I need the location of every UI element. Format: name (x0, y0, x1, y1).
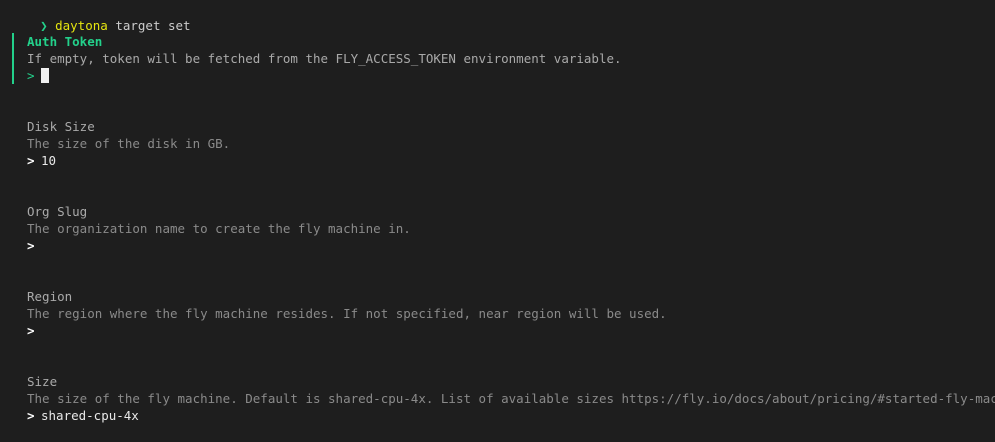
prompt-chevron-icon: ❯ (40, 18, 48, 33)
field-description: The region where the fly machine resides… (27, 306, 667, 321)
form-field-size[interactable]: Size The size of the fly machine. Defaul… (12, 373, 995, 424)
field-description: The size of the fly machine. Default is … (27, 391, 995, 406)
input-value: 10 (41, 153, 57, 168)
field-title: Region (27, 289, 73, 304)
org-slug-input[interactable]: > (27, 237, 995, 254)
auth-token-input[interactable]: > (27, 67, 995, 84)
field-description: If empty, token will be fetched from the… (27, 51, 622, 66)
field-title: Auth Token (27, 34, 103, 49)
field-title: Size (27, 374, 58, 389)
size-input[interactable]: > shared-cpu-4x (27, 407, 995, 424)
text-cursor (41, 68, 49, 83)
field-description: The organization name to create the fly … (27, 221, 411, 236)
disk-size-input[interactable]: >10 (27, 152, 995, 169)
form-field-auth-token[interactable]: Auth Token If empty, token will be fetch… (12, 33, 995, 84)
region-input[interactable]: > (27, 322, 995, 339)
input-prompt-icon: > (27, 153, 35, 168)
input-prompt-icon: > (27, 408, 35, 423)
command-args: target set (107, 18, 191, 33)
field-title: Disk Size (27, 119, 95, 134)
input-prompt-icon: > (27, 68, 35, 83)
input-value: shared-cpu-4x (41, 408, 139, 423)
field-description: The size of the disk in GB. (27, 136, 231, 151)
form-field-org-slug[interactable]: Org Slug The organization name to create… (12, 203, 995, 254)
input-prompt-icon: > (27, 323, 35, 338)
terminal-window[interactable]: ❯ daytona target set Auth Token If empty,… (0, 0, 995, 442)
command-name: daytona (55, 18, 108, 33)
input-prompt-icon: > (27, 238, 35, 253)
field-title: Org Slug (27, 204, 88, 219)
form-field-disk-size[interactable]: Disk Size The size of the disk in GB. >1… (12, 118, 995, 169)
form-field-region[interactable]: Region The region where the fly machine … (12, 288, 995, 339)
